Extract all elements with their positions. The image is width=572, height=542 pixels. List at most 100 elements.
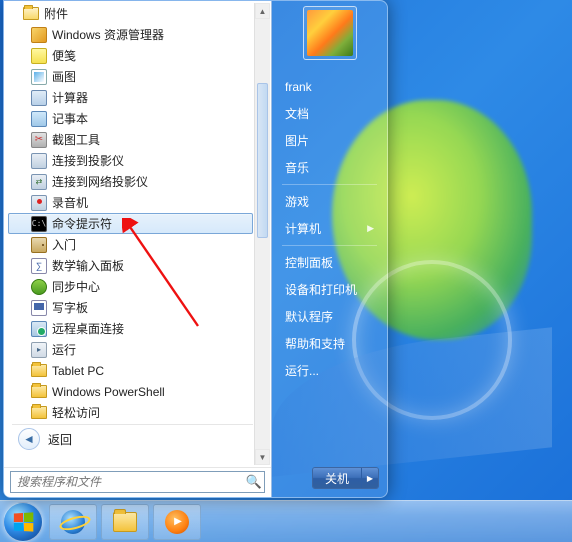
right-item-item[interactable]: 运行...: [274, 357, 385, 384]
program-label: 画图: [52, 68, 76, 85]
shutdown-button[interactable]: 关机: [313, 468, 362, 488]
search-icon[interactable]: 🔍: [244, 472, 264, 492]
right-item-label: 图片: [285, 132, 309, 149]
program-label: 运行: [52, 341, 76, 358]
right-item-label: 文档: [285, 105, 309, 122]
program-label: Windows 资源管理器: [52, 26, 164, 43]
program-label: Windows PowerShell: [52, 385, 165, 399]
program-label: 录音机: [52, 194, 88, 211]
ic-rdp-icon: [31, 321, 47, 337]
right-item-item[interactable]: 音乐: [274, 154, 385, 181]
program-item-item[interactable]: 画图: [8, 66, 253, 87]
scroll-up-arrow[interactable]: ▲: [255, 3, 270, 19]
programs-scroll-area[interactable]: 附件 Windows 资源管理器便笺画图计算器记事本截图工具连接到投影仪 ⇄连接到网…: [4, 1, 271, 467]
back-button[interactable]: ◄ 返回: [8, 426, 253, 452]
ic-math-icon: ∑: [31, 258, 47, 274]
right-item-item[interactable]: 游戏: [274, 188, 385, 215]
program-item-windows-powershell[interactable]: Windows PowerShell: [8, 381, 253, 402]
program-item-item[interactable]: 运行: [8, 339, 253, 360]
right-item-item[interactable]: 文档: [274, 100, 385, 127]
back-arrow-icon: ◄: [18, 428, 40, 450]
program-label: 命令提示符: [52, 215, 112, 232]
right-item-label: 运行...: [285, 362, 319, 379]
right-item-username[interactable]: frank: [274, 73, 385, 100]
program-item-item[interactable]: 录音机: [8, 192, 253, 213]
start-menu-programs-panel: 附件 Windows 资源管理器便笺画图计算器记事本截图工具连接到投影仪 ⇄连接到网…: [4, 1, 272, 497]
taskbar-item-media-player[interactable]: [153, 504, 201, 540]
right-item-label: 设备和打印机: [285, 281, 357, 298]
program-item-item[interactable]: 记事本: [8, 108, 253, 129]
program-item-tablet-pc[interactable]: Tablet PC: [8, 360, 253, 381]
separator: [282, 184, 377, 185]
start-button[interactable]: [3, 502, 43, 542]
program-item-windows[interactable]: Windows 资源管理器: [8, 24, 253, 45]
program-label: 计算器: [52, 89, 88, 106]
shutdown-row: 关机 ▶: [272, 461, 387, 497]
program-label: 远程桌面连接: [52, 320, 124, 337]
ic-projnet-icon: ⇄: [31, 174, 47, 190]
ic-snip-icon: [31, 132, 47, 148]
program-item-item[interactable]: 同步中心: [8, 276, 253, 297]
start-menu: 附件 Windows 资源管理器便笺画图计算器记事本截图工具连接到投影仪 ⇄连接到网…: [3, 0, 388, 498]
windows-logo-icon: [14, 512, 33, 531]
submenu-arrow-icon: ▶: [367, 223, 374, 234]
folder-accessories[interactable]: 附件: [8, 3, 253, 24]
ic-door-icon: [31, 237, 47, 253]
taskbar-item-internet-explorer[interactable]: [49, 504, 97, 540]
program-item-item[interactable]: 写字板: [8, 297, 253, 318]
right-item-label: 帮助和支持: [285, 335, 345, 352]
program-label: 入门: [52, 236, 76, 253]
ic-calc-icon: [31, 90, 47, 106]
right-item-item[interactable]: 计算机 ▶: [274, 215, 385, 242]
user-avatar[interactable]: [303, 6, 357, 60]
folder-label: 附件: [44, 5, 68, 22]
ic-cmd-icon: C:\: [31, 216, 47, 232]
username-label: frank: [285, 80, 312, 94]
search-box[interactable]: 🔍: [10, 471, 265, 493]
program-label: Tablet PC: [52, 364, 104, 378]
back-label: 返回: [48, 431, 72, 448]
right-item-item[interactable]: 默认程序: [274, 303, 385, 330]
program-item-item[interactable]: 入门: [8, 234, 253, 255]
right-item-item[interactable]: 控制面板: [274, 249, 385, 276]
taskbar: [0, 500, 572, 542]
ic-paint-icon: [31, 69, 47, 85]
right-item-item[interactable]: 帮助和支持: [274, 330, 385, 357]
file-explorer-icon: [113, 512, 137, 532]
separator: [12, 424, 253, 425]
right-item-item[interactable]: 图片: [274, 127, 385, 154]
program-label: 连接到投影仪: [52, 152, 124, 169]
program-item-item[interactable]: 便笺: [8, 45, 253, 66]
folder-icon: [31, 363, 47, 379]
program-item-item[interactable]: ∑ 数学输入面板: [8, 255, 253, 276]
scrollbar[interactable]: ▲ ▼: [254, 3, 270, 465]
program-item-item[interactable]: 轻松访问: [8, 402, 253, 423]
program-item-item[interactable]: 远程桌面连接: [8, 318, 253, 339]
program-item-item[interactable]: C:\ 命令提示符: [8, 213, 253, 234]
right-item-item[interactable]: 设备和打印机: [274, 276, 385, 303]
program-item-item[interactable]: ⇄连接到网络投影仪: [8, 171, 253, 192]
scroll-down-arrow[interactable]: ▼: [255, 449, 270, 465]
program-label: 数学输入面板: [52, 257, 124, 274]
scrollbar-thumb[interactable]: [257, 83, 268, 238]
program-item-item[interactable]: 连接到投影仪: [8, 150, 253, 171]
program-label: 轻松访问: [52, 404, 100, 421]
search-input[interactable]: [11, 472, 244, 492]
taskbar-item-file-explorer[interactable]: [101, 504, 149, 540]
right-item-label: 计算机: [285, 220, 321, 237]
right-item-label: 游戏: [285, 193, 309, 210]
right-item-label: 默认程序: [285, 308, 333, 325]
ic-rec-icon: [31, 195, 47, 211]
ic-sticky-icon: [31, 48, 47, 64]
separator: [282, 245, 377, 246]
ic-explorer-icon: [31, 27, 47, 43]
program-item-item[interactable]: 计算器: [8, 87, 253, 108]
right-item-label: 控制面板: [285, 254, 333, 271]
right-item-label: 音乐: [285, 159, 309, 176]
search-row: 🔍: [4, 467, 271, 497]
start-menu-places-panel: frank 文档图片音乐游戏计算机 ▶ 控制面板设备和打印机默认程序帮助和支持运行..…: [272, 1, 387, 497]
program-item-item[interactable]: 截图工具: [8, 129, 253, 150]
ic-run-icon: [31, 342, 47, 358]
folder-icon: [31, 405, 47, 421]
shutdown-options-button[interactable]: ▶: [362, 468, 378, 488]
